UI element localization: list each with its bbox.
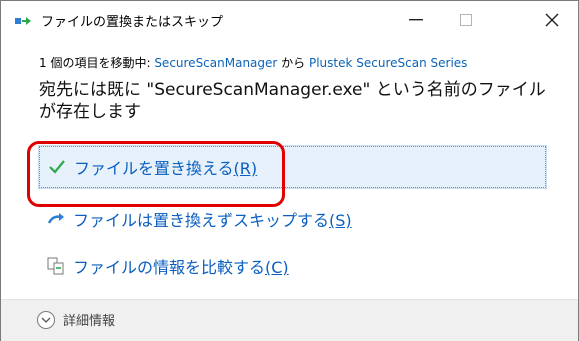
compare-files-label: ファイルの情報を比較する(C) xyxy=(73,258,289,277)
more-details-label: 詳細情報 xyxy=(63,314,116,329)
move-middle: から xyxy=(277,56,309,70)
conflict-message: 宛先には既に "SecureScanManager.exe" という名前のファイ… xyxy=(39,80,546,122)
chevron-down-icon xyxy=(37,310,55,329)
minimize-button[interactable] xyxy=(393,1,439,39)
destination-folder-link[interactable]: Plustek SecureScan Series xyxy=(309,56,467,70)
move-prefix: 1 個の項目を移動中: xyxy=(39,56,155,70)
window-title: ファイルの置換またはスキップ xyxy=(41,15,224,30)
move-status-text: 1 個の項目を移動中: SecureScanManager から Plustek… xyxy=(39,54,467,71)
compare-files-icon xyxy=(47,257,65,275)
maximize-button[interactable] xyxy=(443,1,489,39)
skip-arrow-icon xyxy=(47,210,65,228)
close-button[interactable] xyxy=(529,1,575,39)
close-icon xyxy=(545,13,559,27)
source-folder-link[interactable]: SecureScanManager xyxy=(154,56,277,70)
dialog-footer: 詳細情報 xyxy=(1,299,578,341)
more-details-button[interactable]: 詳細情報 xyxy=(37,310,115,329)
move-files-icon xyxy=(15,13,33,27)
title-bar[interactable]: ファイルの置換またはスキップ xyxy=(1,1,578,39)
red-highlight-annotation xyxy=(27,141,285,207)
skip-file-label: ファイルは置き換えずスキップする(S) xyxy=(73,211,352,230)
replace-or-skip-dialog: ファイルの置換またはスキップ 1 個の項目を移動中: SecureScanMan… xyxy=(0,0,579,341)
compare-files-option[interactable]: ファイルの情報を比較する(C) xyxy=(39,246,544,286)
